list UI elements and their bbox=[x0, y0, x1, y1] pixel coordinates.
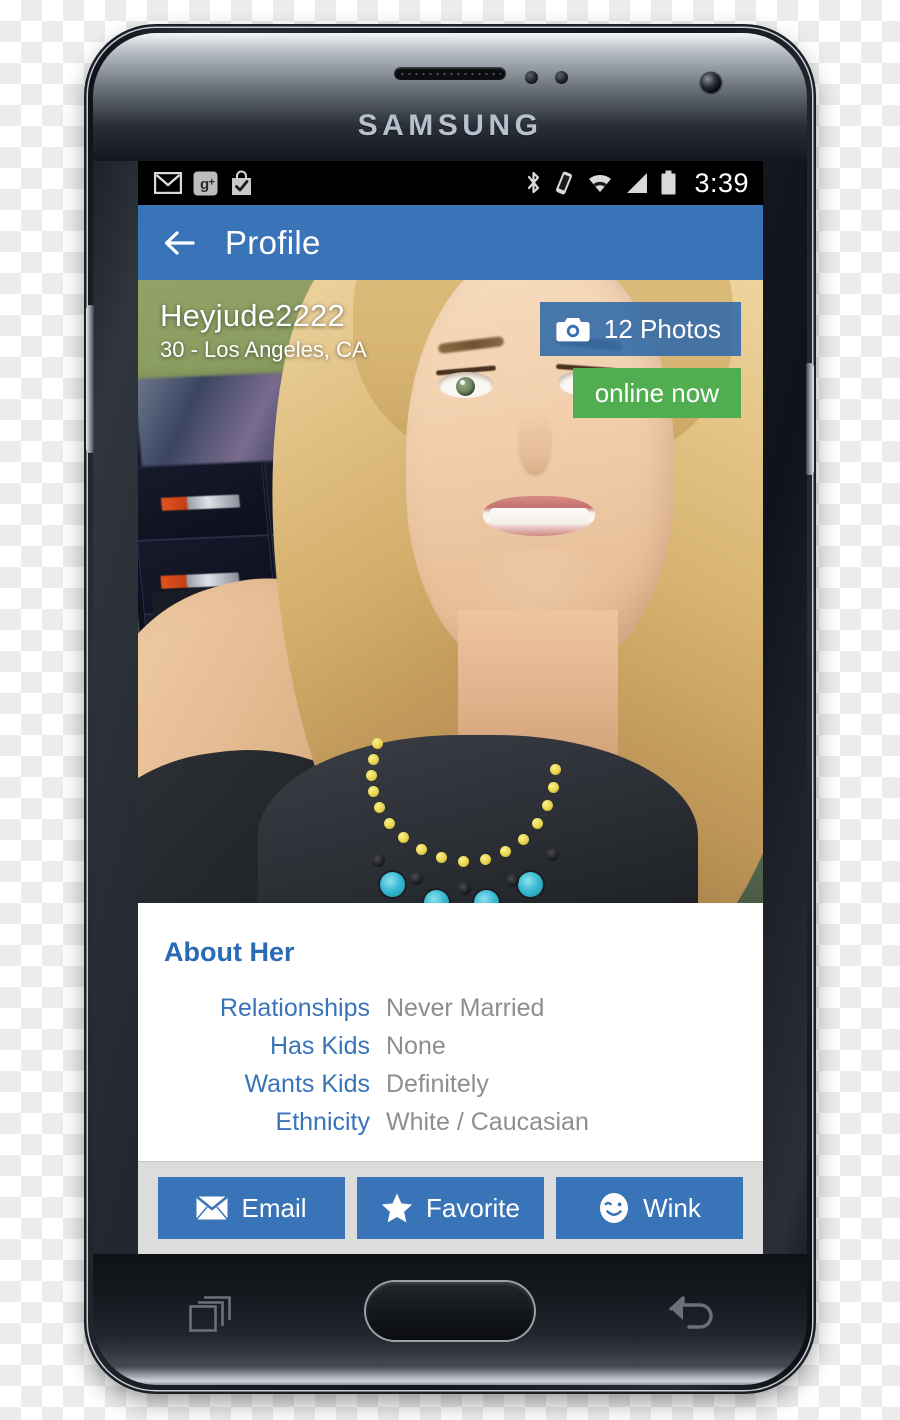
app-bar: Profile bbox=[138, 205, 763, 280]
online-status-label: online now bbox=[594, 377, 719, 408]
email-button-label: Email bbox=[241, 1192, 307, 1223]
attribute-value: Never Married bbox=[386, 994, 545, 1022]
wifi-icon bbox=[589, 174, 612, 192]
attribute-row: Has Kids None bbox=[138, 1032, 763, 1061]
screenshot-stage: SAMSUNG g + 3:39 Profile Heyjude2222 30 … bbox=[0, 0, 900, 1420]
phone-body: SAMSUNG g + 3:39 Profile Heyjude2222 30 … bbox=[86, 33, 814, 1385]
photo-eye-left bbox=[438, 372, 494, 398]
online-status-badge: online now bbox=[572, 368, 741, 418]
about-section: About Her Relationships Never Married Ha… bbox=[138, 903, 763, 1139]
front-camera-icon bbox=[701, 73, 721, 93]
phone-screen: g + 3:39 Profile Heyjude2222 30 - Los An… bbox=[138, 161, 763, 1254]
attribute-label: Wants Kids bbox=[244, 1070, 370, 1098]
back-arrow-icon[interactable] bbox=[160, 224, 198, 262]
action-bar: Email Favorite Wink bbox=[138, 1162, 763, 1254]
favorite-button-label: Favorite bbox=[426, 1192, 520, 1223]
attribute-label: Ethnicity bbox=[275, 1108, 370, 1136]
bluetooth-icon bbox=[528, 171, 540, 194]
photo-necklace bbox=[366, 732, 582, 903]
android-status-bar: g + 3:39 bbox=[138, 161, 763, 205]
ambient-light-sensor-icon bbox=[555, 71, 568, 84]
attribute-value: Definitely bbox=[386, 1070, 489, 1098]
phone-bottom-bezel bbox=[93, 1254, 807, 1385]
google-plus-icon: g + bbox=[193, 171, 218, 195]
svg-text:+: + bbox=[209, 176, 215, 188]
attribute-value: None bbox=[386, 1032, 446, 1060]
earpiece-speaker-icon bbox=[394, 67, 506, 80]
play-store-bag-icon bbox=[232, 170, 251, 195]
attribute-row: Wants Kids Definitely bbox=[138, 1070, 763, 1099]
profile-username: Heyjude2222 bbox=[160, 298, 345, 333]
photo-nose bbox=[518, 410, 552, 476]
envelope-icon bbox=[196, 1195, 229, 1220]
recent-apps-icon[interactable] bbox=[189, 1296, 231, 1332]
star-icon bbox=[381, 1193, 413, 1223]
volume-rocker-button[interactable] bbox=[86, 305, 94, 453]
profile-photo[interactable]: Heyjude2222 30 - Los Angeles, CA 12 Phot… bbox=[138, 280, 763, 903]
page-title: Profile bbox=[225, 223, 321, 261]
photos-count-badge[interactable]: 12 Photos bbox=[539, 302, 741, 356]
wink-face-icon bbox=[600, 1193, 629, 1223]
vibrate-icon bbox=[556, 171, 573, 195]
samsung-phone-device: SAMSUNG g + 3:39 Profile Heyjude2222 30 … bbox=[86, 28, 814, 1390]
profile-age-location: 30 - Los Angeles, CA bbox=[160, 337, 367, 362]
samsung-brand-logo: SAMSUNG bbox=[357, 109, 543, 142]
attribute-row: Ethnicity White / Caucasian bbox=[138, 1108, 763, 1137]
status-clock: 3:39 bbox=[694, 167, 749, 198]
attribute-label: Has Kids bbox=[269, 1032, 370, 1060]
gmail-icon bbox=[154, 172, 182, 194]
about-heading: About Her bbox=[164, 937, 295, 967]
power-button[interactable] bbox=[806, 363, 814, 475]
wink-button[interactable]: Wink bbox=[556, 1177, 743, 1239]
email-button[interactable]: Email bbox=[158, 1177, 345, 1239]
cellular-signal-icon bbox=[627, 173, 648, 193]
photos-count-label: 12 Photos bbox=[603, 313, 721, 344]
back-nav-icon[interactable] bbox=[669, 1296, 715, 1332]
status-notification-icons: g + bbox=[154, 170, 254, 196]
favorite-button[interactable]: Favorite bbox=[357, 1177, 544, 1239]
proximity-sensor-icon bbox=[525, 71, 538, 84]
attribute-label: Relationships bbox=[219, 994, 370, 1022]
home-button[interactable] bbox=[366, 1282, 534, 1340]
attribute-row: Relationships Never Married bbox=[138, 994, 763, 1023]
wink-button-label: Wink bbox=[643, 1192, 701, 1223]
camera-icon bbox=[556, 318, 590, 342]
battery-icon bbox=[661, 170, 676, 195]
status-system-icons: 3:39 bbox=[525, 168, 749, 199]
attribute-list: Relationships Never Married Has Kids Non… bbox=[138, 994, 763, 1139]
attribute-value: White / Caucasian bbox=[386, 1108, 589, 1136]
phone-top-bezel: SAMSUNG bbox=[93, 33, 807, 161]
photo-teeth bbox=[490, 508, 588, 525]
